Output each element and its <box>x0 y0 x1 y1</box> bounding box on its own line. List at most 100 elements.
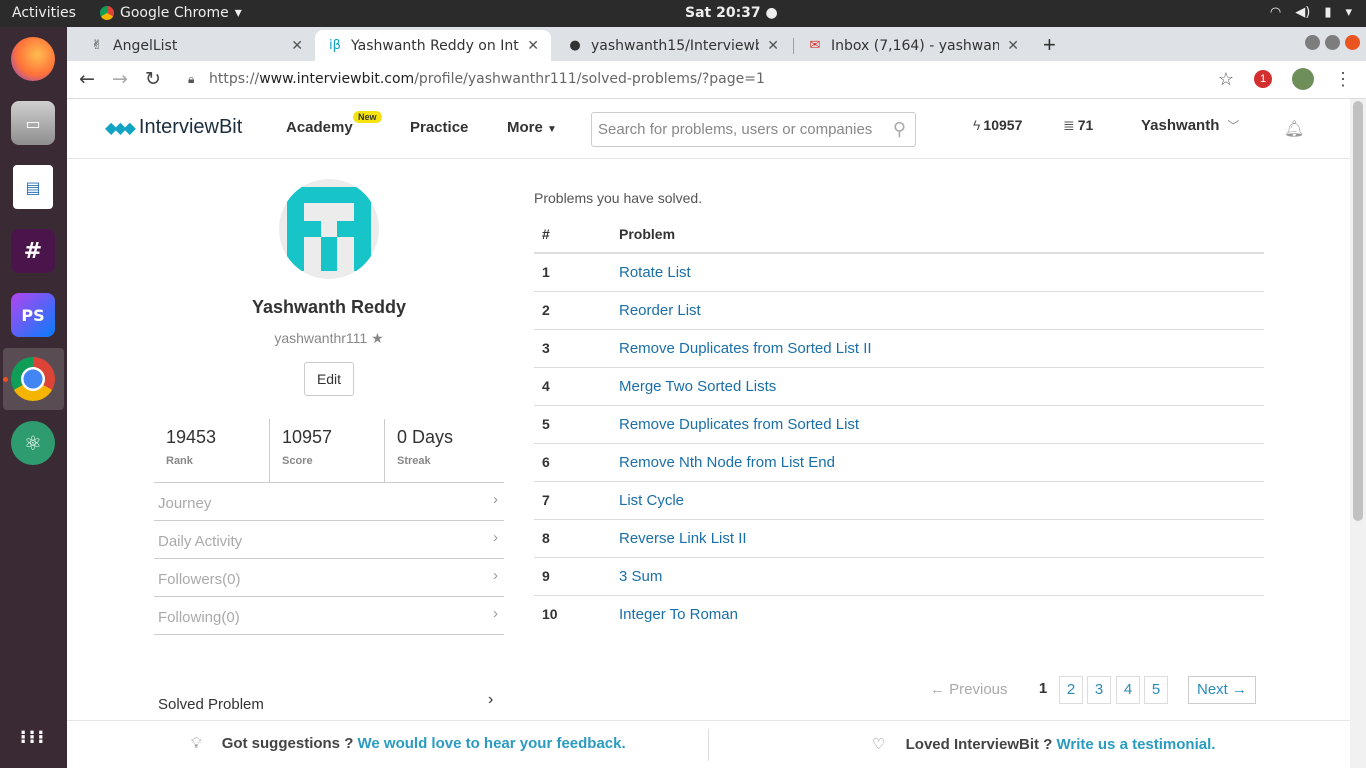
user-menu[interactable]: Yashwanth ﹀ <box>1141 117 1239 134</box>
pagination-page-current[interactable]: 1 <box>1031 676 1055 704</box>
tab-title: AngelList <box>113 37 178 54</box>
address-bar[interactable]: https://www.interviewbit.com/profile/yas… <box>209 71 765 87</box>
reload-icon[interactable]: ↻ <box>145 68 161 90</box>
problem-link[interactable]: Remove Duplicates from Sorted List <box>619 416 859 433</box>
nav-practice[interactable]: Practice <box>410 119 468 136</box>
sidebar-item-daily-activity[interactable]: Daily Activity › <box>154 521 504 559</box>
rank-label: Rank <box>166 455 193 467</box>
profile-username: yashwanthr111 <box>274 330 368 346</box>
window-close-icon[interactable] <box>1345 35 1360 50</box>
row-num: 4 <box>534 367 619 406</box>
problem-link[interactable]: List Cycle <box>619 492 684 509</box>
extension-icon[interactable]: 1 <box>1254 70 1272 88</box>
app-menu[interactable]: Google Chrome ▾ <box>100 5 242 21</box>
tab-interviewbit[interactable]: iβ Yashwanth Reddy on Inter ✕ <box>315 30 551 61</box>
activities-button[interactable]: Activities <box>12 5 76 21</box>
site-logo[interactable]: ◆◆◆ InterviewBit <box>105 116 242 139</box>
pagination-page[interactable]: 2 <box>1059 676 1083 704</box>
table-row: 2 Reorder List <box>534 291 1264 330</box>
problem-link[interactable]: Remove Nth Node from List End <box>619 454 835 471</box>
avatar-identicon <box>287 187 371 271</box>
sidebar-item-following[interactable]: Following(0) › <box>154 597 504 635</box>
problem-link[interactable]: Reverse Link List II <box>619 530 747 547</box>
header-coins-value: 71 <box>1077 117 1094 133</box>
interviewbit-logo-icon: ◆◆◆ <box>105 119 136 137</box>
edit-profile-button[interactable]: Edit <box>304 362 354 396</box>
page-content: ◆◆◆ InterviewBit Academy New Practice Mo… <box>67 99 1350 768</box>
search-icon[interactable]: ⚲ <box>893 119 906 140</box>
problem-link[interactable]: Integer To Roman <box>619 606 738 623</box>
sidebar-item-followers[interactable]: Followers(0) › <box>154 559 504 597</box>
pagination-previous[interactable]: ← Previous <box>930 676 1008 704</box>
chrome-dock-icon[interactable] <box>11 357 55 401</box>
menu-dots-icon[interactable]: ⋮ <box>1334 69 1352 90</box>
show-applications-icon[interactable]: ⁝⁝⁝ <box>11 715 55 759</box>
solved-problem-link[interactable]: Solved Problem <box>158 696 264 713</box>
sidebar-item-label: Followers(0) <box>158 571 241 588</box>
lock-icon[interactable]: 🔒︎ <box>188 72 194 87</box>
url-path: /profile/yashwanthr111/solved-problems/?… <box>414 71 765 87</box>
bookmark-star-icon[interactable]: ☆ <box>1218 69 1234 90</box>
new-tab-icon[interactable]: + <box>1043 32 1056 58</box>
problem-link[interactable]: 3 Sum <box>619 568 662 585</box>
chevron-right-icon[interactable]: › <box>488 691 493 709</box>
search-input[interactable] <box>592 113 872 146</box>
atom-icon[interactable]: ⚛ <box>11 421 55 465</box>
tab-title: Inbox (7,164) - yashwanth <box>831 37 1000 54</box>
problem-link[interactable]: Remove Duplicates from Sorted List II <box>619 340 872 357</box>
col-num-header: # <box>534 216 619 254</box>
system-tray[interactable]: ◠ ◀) ▮ ▾ <box>1270 5 1352 20</box>
close-icon[interactable]: ✕ <box>527 38 539 54</box>
bell-icon[interactable]: 🔔︎ <box>1284 119 1304 139</box>
feedback-link[interactable]: We would love to hear your feedback. <box>358 735 626 752</box>
tab-github[interactable]: ● yashwanth15/Interviewbi ✕ <box>555 30 791 61</box>
forward-icon[interactable]: → <box>112 68 128 90</box>
table-row: 93 Sum <box>534 557 1264 596</box>
row-num: 9 <box>534 557 619 596</box>
tab-gmail[interactable]: ✉ Inbox (7,164) - yashwanth ✕ <box>795 30 1031 61</box>
extension-badge: 1 <box>1259 73 1267 85</box>
score-stat: 10957 Score <box>269 419 385 482</box>
page-scrollbar[interactable] <box>1350 99 1366 768</box>
writer-icon[interactable]: ▤ <box>13 165 53 209</box>
chevron-right-icon: › <box>493 491 498 508</box>
pagination-page[interactable]: 4 <box>1116 676 1140 704</box>
row-num: 3 <box>534 329 619 368</box>
pagination-page[interactable]: 5 <box>1144 676 1168 704</box>
scrollbar-thumb[interactable] <box>1353 101 1363 521</box>
slack-icon[interactable]: # <box>11 229 55 273</box>
profile-avatar-icon[interactable] <box>1292 68 1314 90</box>
sidebar-item-label: Following(0) <box>158 609 240 626</box>
coins-icon: ≣ <box>1063 117 1075 133</box>
back-icon[interactable]: ← <box>79 68 95 90</box>
testimonial-link[interactable]: Write us a testimonial. <box>1057 736 1216 753</box>
close-icon[interactable]: ✕ <box>1007 38 1019 54</box>
sidebar-item-journey[interactable]: Journey › <box>154 483 504 521</box>
firefox-icon[interactable] <box>11 37 55 81</box>
site-header: ◆◆◆ InterviewBit Academy New Practice Mo… <box>67 99 1350 159</box>
table-header-row: # Problem <box>534 216 1264 254</box>
table-row: 4 Merge Two Sorted Lists <box>534 367 1264 406</box>
phpstorm-icon[interactable]: PS <box>11 293 55 337</box>
pagination-next[interactable]: Next → <box>1188 676 1256 704</box>
close-icon[interactable]: ✕ <box>767 38 779 54</box>
maximize-icon[interactable] <box>1325 35 1340 50</box>
files-icon[interactable]: ▭ <box>11 101 55 145</box>
sidebar-item-label: Journey <box>158 495 212 512</box>
problem-link[interactable]: Reorder List <box>619 302 701 319</box>
rank-stat: 19453 Rank <box>154 419 270 482</box>
streak-value: 0 Days <box>397 427 454 447</box>
tab-angellist[interactable]: ✌ AngelList ✕ <box>77 30 315 61</box>
problem-link[interactable]: Rotate List <box>619 264 691 281</box>
problem-link[interactable]: Merge Two Sorted Lists <box>619 378 776 395</box>
gmail-icon: ✉ <box>809 38 821 53</box>
table-row: 8 Reverse Link List II <box>534 519 1264 558</box>
close-icon[interactable]: ✕ <box>291 38 303 54</box>
dock-running-indicator <box>3 377 8 382</box>
caret-down-icon: ▼ <box>547 124 557 135</box>
clock[interactable]: Sat 20:37 ● <box>685 5 778 21</box>
minimize-icon[interactable] <box>1305 35 1320 50</box>
nav-more[interactable]: More ▼ <box>507 119 557 136</box>
nav-academy[interactable]: Academy <box>286 119 353 136</box>
pagination-page[interactable]: 3 <box>1087 676 1111 704</box>
